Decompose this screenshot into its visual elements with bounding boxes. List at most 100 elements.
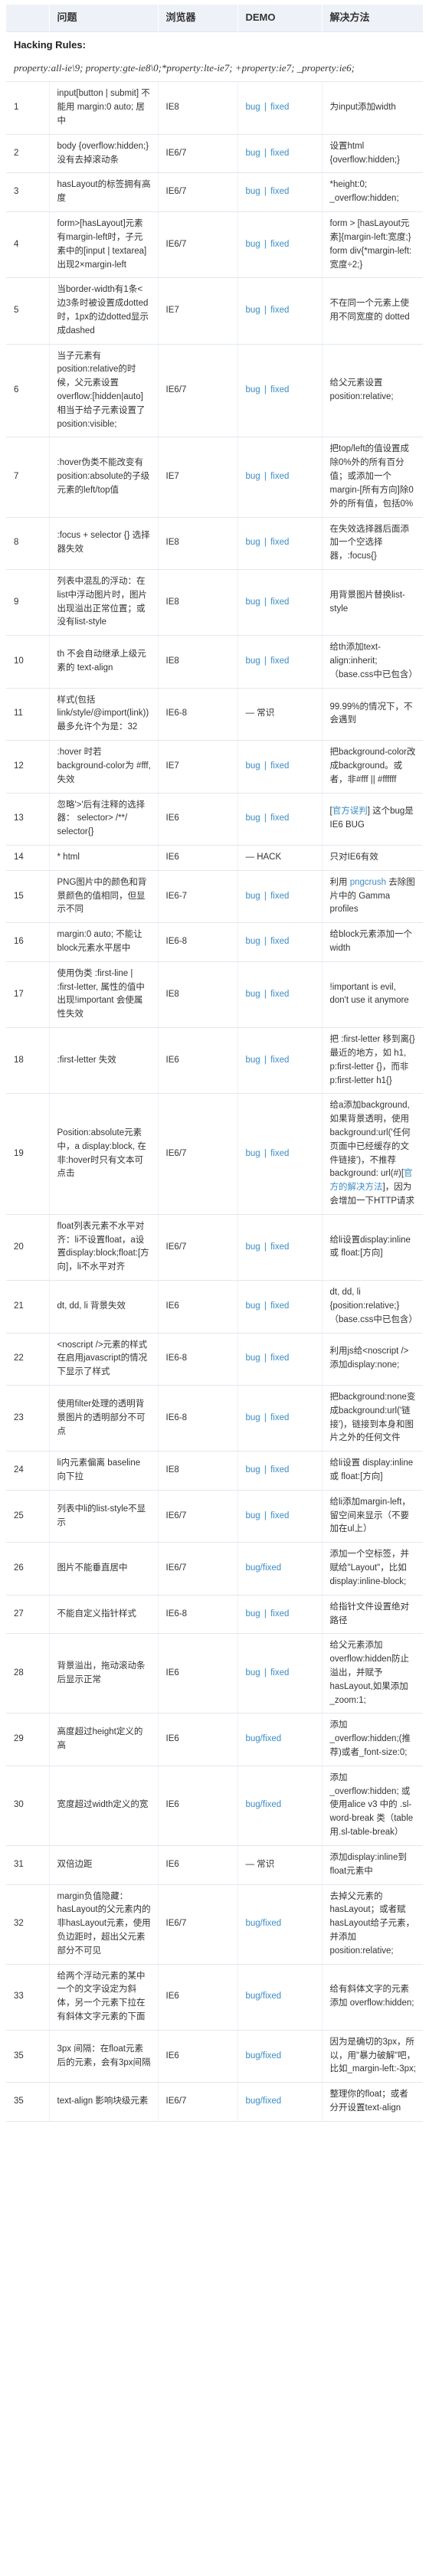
demo-bug-link[interactable]: bug (246, 1301, 260, 1311)
row-index-cell: 20 (6, 1214, 50, 1281)
row-index-cell: 2 (6, 134, 50, 174)
demo-note-common: — 常识 (245, 1859, 275, 1869)
issue-cell: 背景溢出，拖动滚动条后显示正常 (49, 1633, 159, 1714)
demo-fixed-link[interactable]: fixed (270, 306, 289, 315)
table-row: 24 li内元素偏离 baseline 向下拉 IE8 bug | fixed 给li设… (6, 1451, 423, 1491)
browser-cell: IE6-8 (158, 922, 238, 962)
row-index-cell: 3 (6, 172, 50, 213)
demo-bug-link[interactable]: bug (246, 1413, 260, 1422)
demo-bug-link[interactable]: bug (246, 1353, 260, 1363)
demo-fixed-link[interactable]: fixed (270, 937, 289, 946)
issue-cell: input[button | submit] 不能用 margin:0 auto… (49, 81, 159, 135)
demo-bug-fixed-link[interactable]: bug/fixed (246, 2096, 282, 2106)
demo-bug-link[interactable]: bug (246, 761, 260, 771)
demo-fixed-link[interactable]: fixed (270, 597, 289, 607)
table-row: 22 <noscript />元素的样式在启用javascript的情况下显示了样… (6, 1333, 423, 1386)
demo-fixed-link[interactable]: fixed (270, 1301, 289, 1311)
demo-bug-fixed-link[interactable]: bug/fixed (246, 1563, 282, 1573)
demo-fixed-link[interactable]: fixed (270, 892, 289, 901)
demo-bug-link[interactable]: bug (246, 1149, 260, 1158)
demo-fixed-link[interactable]: fixed (270, 1149, 289, 1158)
demo-bug-link[interactable]: bug (246, 1242, 260, 1252)
demo-bug-fixed-link[interactable]: bug/fixed (246, 1919, 282, 1928)
demo-cell: — 常识 (237, 1845, 323, 1885)
table-row: 8:focus + selector {} 选择器失效 IE8 bug | fixe… (6, 517, 423, 570)
browser-cell: IE6/7 (158, 1490, 238, 1543)
demo-bug-link[interactable]: bug (246, 1609, 260, 1619)
demo-cell: bug | fixed (237, 1633, 323, 1714)
demo-fixed-link[interactable]: fixed (270, 813, 289, 823)
demo-bug-fixed-link[interactable]: bug/fixed (246, 1992, 282, 2001)
table-row: 15 PNG图片中的颜色和背景颜色的值相同，但显示不同 IE6-7 bug | fix… (6, 870, 423, 924)
demo-fixed-link[interactable]: fixed (270, 149, 289, 158)
solution-cell: 设置html {overflow:hidden;} (322, 134, 423, 174)
demo-cell: bug | fixed (237, 81, 323, 135)
demo-bug-link[interactable]: bug (246, 1465, 260, 1475)
demo-cell: bug/fixed (237, 1713, 323, 1766)
demo-fixed-link[interactable]: fixed (270, 1413, 289, 1422)
demo-cell: bug | fixed (237, 793, 323, 846)
demo-separator: | (261, 187, 270, 197)
demo-bug-fixed-link[interactable]: bug/fixed (246, 1734, 282, 1743)
demo-bug-link[interactable]: bug (246, 892, 260, 901)
table-row: 32 margin负值隐藏：hasLayout的父元素内的非hasLayout元素… (6, 1884, 423, 1965)
demo-fixed-link[interactable]: fixed (270, 385, 289, 394)
table-row: 35 text-align 影响块级元素 IE6/7 bug/fixed 整理你的flo… (6, 2082, 423, 2122)
demo-fixed-link[interactable]: fixed (270, 990, 289, 999)
row-index-cell: 23 (6, 1385, 50, 1452)
browser-cell: IE6/7 (158, 2082, 238, 2122)
demo-fixed-link[interactable]: fixed (270, 1609, 289, 1619)
demo-fixed-link[interactable]: fixed (270, 1668, 289, 1678)
solution-cell: 利用 pngcrush 去除图片中的 Gamma profiles (322, 870, 423, 924)
row-index-cell: 16 (6, 922, 50, 962)
browser-cell: IE6/7 (158, 134, 238, 174)
demo-bug-link[interactable]: bug (246, 538, 260, 547)
solution-cell: *height:0; _overflow:hidden; (322, 172, 423, 213)
demo-bug-fixed-link[interactable]: bug/fixed (246, 1800, 282, 1809)
table-row: 20 float列表元素不水平对齐：li不设置float，a设置display:b… (6, 1214, 423, 1281)
demo-cell: bug | fixed (237, 961, 323, 1029)
demo-bug-link[interactable]: bug (246, 937, 260, 946)
column-header-issue: 问题 (49, 5, 159, 33)
demo-fixed-link[interactable]: fixed (270, 187, 289, 196)
row-index-cell: 14 (6, 845, 50, 871)
demo-bug-link[interactable]: bug (246, 597, 260, 607)
demo-bug-link[interactable]: bug (246, 656, 260, 666)
demo-fixed-link[interactable]: fixed (270, 240, 289, 249)
demo-bug-link[interactable]: bug (246, 472, 260, 481)
hacking-rules-row: Hacking Rules: property:all-ie\9; proper… (6, 31, 423, 83)
demo-bug-link[interactable]: bug (246, 1668, 260, 1678)
demo-fixed-link[interactable]: fixed (270, 1511, 289, 1520)
browser-cell: IE7 (158, 740, 238, 794)
demo-bug-link[interactable]: bug (246, 1511, 260, 1520)
table-row: 29 高度超过height定义的高 IE6 bug/fixed 添加 _overflow… (6, 1713, 423, 1766)
demo-fixed-link[interactable]: fixed (270, 1056, 289, 1065)
demo-bug-link[interactable]: bug (246, 187, 260, 196)
solution-reference-link[interactable]: pngcrush (350, 878, 386, 887)
solution-cell: !important is evil, don't use it anymore (322, 961, 423, 1029)
browser-cell: IE6 (158, 1766, 238, 1846)
demo-fixed-link[interactable]: fixed (270, 1242, 289, 1252)
demo-fixed-link[interactable]: fixed (270, 1465, 289, 1475)
demo-fixed-link[interactable]: fixed (270, 103, 289, 112)
demo-fixed-link[interactable]: fixed (270, 472, 289, 481)
demo-fixed-link[interactable]: fixed (270, 656, 289, 666)
solution-reference-link[interactable]: 官方误判 (332, 807, 368, 816)
demo-bug-link[interactable]: bug (246, 103, 260, 112)
demo-bug-link[interactable]: bug (246, 813, 260, 823)
demo-bug-fixed-link[interactable]: bug/fixed (246, 2051, 282, 2060)
row-index-cell: 30 (6, 1766, 50, 1846)
demo-bug-link[interactable]: bug (246, 990, 260, 999)
demo-fixed-link[interactable]: fixed (270, 538, 289, 547)
demo-bug-link[interactable]: bug (246, 149, 260, 158)
demo-bug-link[interactable]: bug (246, 385, 260, 394)
demo-fixed-link[interactable]: fixed (270, 761, 289, 771)
demo-cell: bug | fixed (237, 1595, 323, 1635)
demo-cell: bug/fixed (237, 1542, 323, 1596)
demo-separator: | (261, 385, 270, 395)
demo-bug-link[interactable]: bug (246, 240, 260, 249)
demo-fixed-link[interactable]: fixed (270, 1353, 289, 1363)
demo-bug-link[interactable]: bug (246, 1056, 260, 1065)
demo-bug-link[interactable]: bug (246, 306, 260, 315)
issue-cell: 图片不能垂直居中 (49, 1542, 159, 1596)
